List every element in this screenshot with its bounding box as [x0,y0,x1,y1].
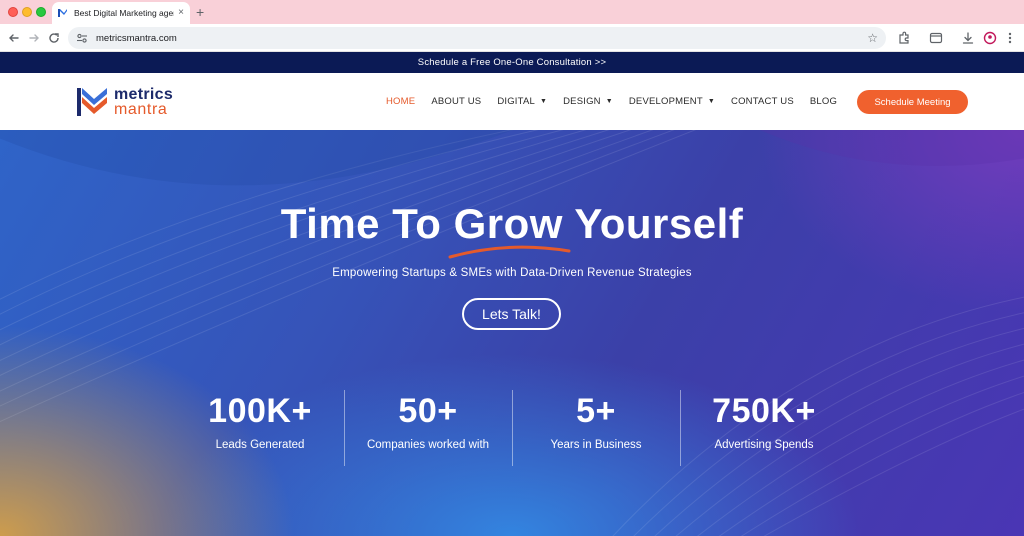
stat-label: Years in Business [550,439,642,451]
announcement-bar[interactable]: Schedule a Free One-One Consultation >> [0,52,1024,73]
url-text[interactable]: metricsmantra.com [96,33,867,44]
stat-value: 5+ [576,392,616,430]
maximize-window-button[interactable] [36,7,46,17]
minimize-window-button[interactable] [22,7,32,17]
stat-label: Advertising Spends [714,439,814,451]
site-settings-icon[interactable] [76,32,88,44]
announcement-link[interactable]: Schedule a Free One-One Consultation >> [418,57,606,68]
nav-development[interactable]: DEVELOPMENT ▼ [629,96,715,107]
stat-leads: 100K+ Leads Generated [176,390,344,470]
tab-title: Best Digital Marketing agency [74,8,174,18]
bookmark-star-icon[interactable]: ☆ [867,31,878,45]
browser-tab[interactable]: Best Digital Marketing agency × [52,2,190,24]
stat-value: 100K+ [208,392,312,430]
new-tab-button[interactable]: + [196,4,204,20]
schedule-meeting-button[interactable]: Schedule Meeting [857,90,968,114]
extensions-icon[interactable] [896,30,912,46]
profile-avatar-icon[interactable] [982,30,998,46]
tab-search-icon[interactable] [928,30,944,46]
back-arrow-icon[interactable] [6,30,22,46]
stat-value: 50+ [398,392,458,430]
underline-swoosh-icon [448,245,571,259]
hero-subtitle: Empowering Startups & SMEs with Data-Dri… [332,267,692,279]
stat-ad-spend: 750K+ Advertising Spends [680,390,848,470]
close-window-button[interactable] [8,7,18,17]
browser-menu-icon[interactable] [1002,30,1018,46]
caret-down-icon: ▼ [539,98,548,105]
site-favicon-icon [58,9,67,17]
reload-icon[interactable] [46,30,62,46]
address-bar[interactable]: metricsmantra.com ☆ [68,27,886,49]
lets-talk-button[interactable]: Lets Talk! [462,298,561,330]
hero-section: Time To Grow Yourself Empowering Startup… [0,130,1024,536]
stat-label: Companies worked with [366,439,490,451]
nav-about-us[interactable]: ABOUT US [431,96,481,107]
nav-design[interactable]: DESIGN ▼ [563,96,613,107]
download-icon[interactable] [960,30,976,46]
nav-digital[interactable]: DIGITAL ▼ [497,96,547,107]
close-tab-icon[interactable]: × [178,8,184,18]
browser-toolbar: metricsmantra.com ☆ [0,24,1024,52]
hero-heading-emphasis: Grow [453,200,563,247]
caret-down-icon: ▼ [707,98,716,105]
stat-label: Leads Generated [215,439,305,451]
logo-mark-icon [77,88,107,116]
browser-tab-strip: Best Digital Marketing agency × + [0,0,1024,24]
forward-arrow-icon[interactable] [26,30,42,46]
stat-value: 750K+ [712,392,816,430]
hero-background-lines [0,130,1024,536]
caret-down-icon: ▼ [605,98,613,105]
main-navigation: HOME ABOUT US DIGITAL ▼ DESIGN ▼ DEVELOPME… [386,73,853,130]
nav-home[interactable]: HOME [386,96,415,107]
stat-years: 5+ Years in Business [512,390,680,470]
site-logo[interactable]: metrics mantra [76,85,186,119]
nav-blog[interactable]: BLOG [810,96,837,107]
stat-companies: 50+ Companies worked with [344,390,512,470]
hero-heading: Time To Grow Yourself [280,200,744,247]
stats-row: 100K+ Leads Generated 50+ Companies work… [176,390,848,470]
logo-text-mantra: mantra [114,101,168,118]
nav-contact-us[interactable]: CONTACT US [731,96,794,107]
site-header: metrics mantra HOME ABOUT US DIGITAL ▼ DE… [0,73,1024,130]
